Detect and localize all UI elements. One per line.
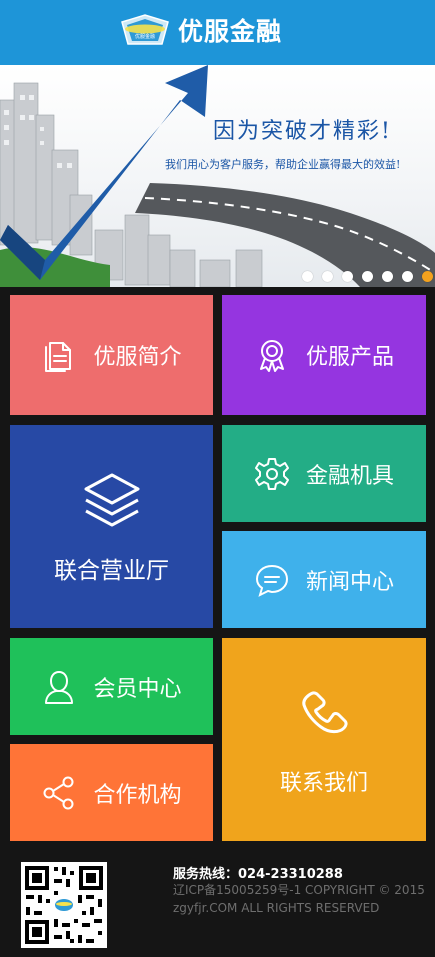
tile-contact-us[interactable]: 联系我们 [222,638,426,841]
tile-products[interactable]: 优服产品 [222,295,426,415]
layers-icon [84,473,139,526]
tile-label: 会员中心 [93,676,182,702]
copyright-block: 辽ICP备15005259号-1 COPYRIGHT © 2015 zgyfjr… [173,881,425,917]
tile-member-center[interactable]: 会员中心 [10,638,213,735]
qr-code-icon [25,866,103,944]
logo-badge-text: 优服金融 [135,33,155,40]
carousel-dot[interactable] [362,271,373,282]
document-icon [45,342,72,372]
tile-label: 优服简介 [93,345,182,370]
carousel-dot[interactable] [322,271,333,282]
carousel-dot[interactable] [302,271,313,282]
carousel-indicators [302,271,433,282]
gear-icon [254,457,289,490]
tile-label: 合作机构 [93,782,182,808]
logo-badge-icon: 优服金融 [121,14,169,45]
banner-subslogan: 我们用心为客户服务，帮助企业赢得最大的效益! [165,158,401,171]
carousel-dot[interactable] [342,271,353,282]
icp-license: 辽ICP备15005259号-1 COPYRIGHT © 2015 [173,883,425,897]
carousel-dot[interactable] [402,271,413,282]
tile-label: 金融机具 [305,463,394,489]
tile-label: 新闻中心 [305,569,394,595]
carousel-dot[interactable] [382,271,393,282]
tile-financial-equipment[interactable]: 金融机具 [222,425,426,522]
banner-slogan: 因为突破才精彩! [213,119,392,144]
app-header: 优服金融 优服金融 [0,0,435,65]
tile-label: 优服产品 [305,345,394,370]
hero-banner[interactable]: 因为突破才精彩! 我们用心为客户服务，帮助企业赢得最大的效益! [0,65,435,287]
award-icon [259,340,284,372]
service-hotline: 服务热线：024-23310288 [173,867,343,882]
tile-news-center[interactable]: 新闻中心 [222,531,426,628]
tile-label: 联系我们 [279,770,368,796]
tile-company-intro[interactable]: 优服简介 [10,295,213,415]
chat-icon [255,564,288,597]
tile-business-hall[interactable]: 联合营业厅 [10,425,213,628]
carousel-dot-active[interactable] [422,271,433,282]
tile-label: 联合营业厅 [54,557,169,584]
tile-partners[interactable]: 合作机构 [10,744,213,841]
user-icon [45,670,74,704]
rights-reserved: zgyfjr.COM ALL RIGHTS RESERVED [173,901,380,915]
share-icon [43,776,74,809]
qr-code [21,862,107,948]
page-footer: 服务热线：024-23310288 辽ICP备15005259号-1 COPYR… [0,843,435,957]
logo-title: 优服金融 [178,17,283,46]
banner-artwork [0,65,435,287]
phone-icon [302,690,348,733]
